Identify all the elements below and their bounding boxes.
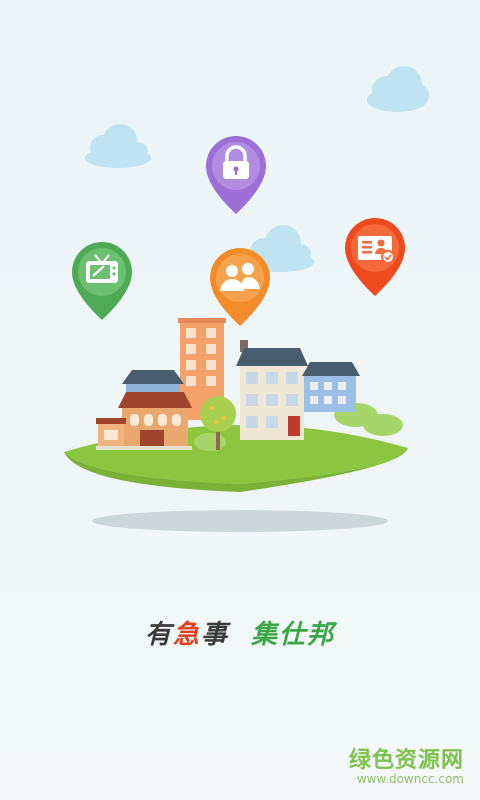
id-card-icon <box>358 236 395 264</box>
right-house <box>302 362 360 412</box>
tv-repair-pin[interactable] <box>72 242 132 320</box>
id-card-pin[interactable] <box>345 218 405 296</box>
slogan-part-1: 有 <box>144 620 173 650</box>
people-pin[interactable] <box>210 248 270 326</box>
slogan-brand: 集仕邦 <box>251 620 336 650</box>
slogan-part-3: 事 <box>201 620 230 650</box>
watermark-url: www.downcc.com <box>356 772 464 786</box>
watermark-title: 绿色资源网 <box>348 748 464 773</box>
beige-house <box>236 340 308 440</box>
splash-illustration <box>64 66 429 532</box>
cloud-icon <box>85 124 151 168</box>
slogan: 有急事 集仕邦 <box>0 614 480 651</box>
brick-house <box>96 392 192 450</box>
watermark: 绿色资源网 www.downcc.com <box>349 742 464 786</box>
lock-pin[interactable] <box>206 136 266 214</box>
ground-shadow <box>92 510 388 532</box>
slogan-part-2: 急 <box>172 620 201 650</box>
cloud-icon <box>367 66 429 112</box>
